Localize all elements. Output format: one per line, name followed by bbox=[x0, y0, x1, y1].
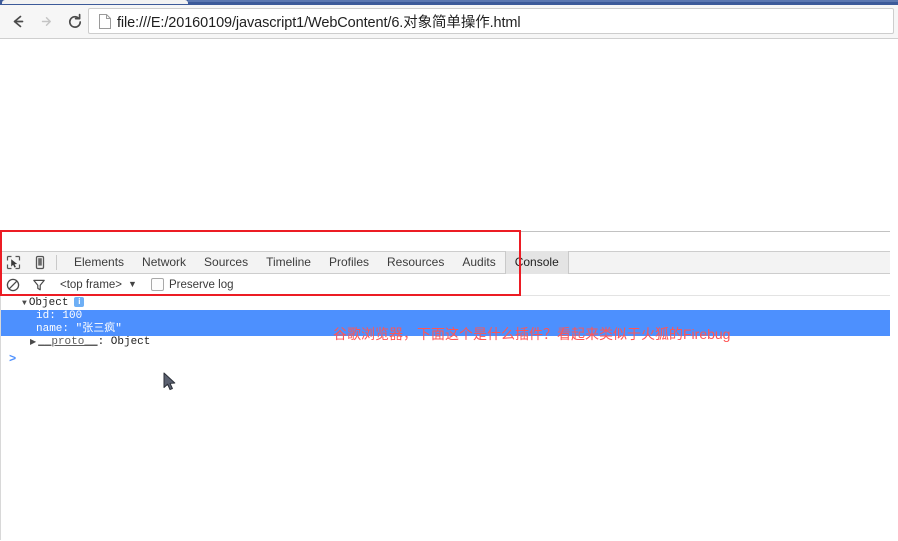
info-icon[interactable]: i bbox=[74, 297, 85, 307]
proto-key: __proto__ bbox=[38, 336, 98, 348]
property-key: id bbox=[36, 310, 50, 322]
devtools-right-margin bbox=[890, 231, 898, 540]
tab-console[interactable]: Console bbox=[504, 251, 569, 274]
console-prompt-symbol[interactable]: > bbox=[9, 352, 16, 366]
console-object-label: Object bbox=[28, 297, 69, 309]
forward-button[interactable] bbox=[32, 8, 60, 36]
page-viewport bbox=[0, 39, 898, 231]
devtools-tabbar: Elements Network Sources Timeline Profil… bbox=[0, 251, 890, 274]
arrow-right-icon bbox=[41, 17, 51, 26]
tab-strip-highlight bbox=[188, 0, 898, 2]
console-object-root[interactable]: ▼ Object i bbox=[0, 297, 890, 310]
page-document-icon bbox=[95, 12, 115, 30]
browser-window: file:///E:/20160109/javascript1/WebConte… bbox=[0, 0, 898, 541]
tab-network[interactable]: Network bbox=[133, 251, 195, 274]
browser-tab-active[interactable] bbox=[2, 0, 188, 4]
address-bar-url-text: file:///E:/20160109/javascript1/WebConte… bbox=[117, 14, 521, 31]
devtools-panel: Elements Network Sources Timeline Profil… bbox=[0, 231, 890, 541]
address-bar[interactable]: file:///E:/20160109/javascript1/WebConte… bbox=[88, 8, 894, 34]
tab-resources[interactable]: Resources bbox=[378, 251, 453, 274]
tab-profiles[interactable]: Profiles bbox=[320, 251, 378, 274]
property-separator: : bbox=[49, 310, 63, 322]
chevron-down-icon: ▼ bbox=[128, 279, 137, 289]
arrow-left-icon bbox=[13, 15, 23, 28]
property-value: 100 bbox=[62, 310, 83, 322]
property-key: name bbox=[36, 323, 63, 335]
preserve-log-label: Preserve log bbox=[168, 278, 234, 291]
filter-funnel-icon[interactable] bbox=[26, 274, 52, 296]
tab-sources[interactable]: Sources bbox=[195, 251, 257, 274]
clear-console-icon[interactable] bbox=[0, 274, 26, 296]
toggle-device-mode-icon[interactable] bbox=[26, 252, 52, 274]
console-property-row[interactable]: id: 100 bbox=[0, 310, 890, 323]
console-options-bar: <top frame> ▼ Preserve log bbox=[0, 274, 890, 296]
disclosure-triangle-icon[interactable]: ▶ bbox=[30, 338, 36, 347]
execution-context-selector[interactable]: <top frame> ▼ bbox=[60, 279, 137, 291]
back-button[interactable] bbox=[4, 8, 32, 36]
tab-elements[interactable]: Elements bbox=[65, 251, 133, 274]
annotation-note-text: 谷歌浏览器，下面这个是什么插件？看起来类似于火狐的Firebug bbox=[333, 326, 731, 342]
proto-value: Object bbox=[110, 336, 151, 348]
execution-context-label: <top frame> bbox=[60, 278, 123, 291]
browser-navigation-toolbar: file:///E:/20160109/javascript1/WebConte… bbox=[0, 5, 898, 39]
devtools-left-edge bbox=[0, 231, 1, 540]
tab-audits[interactable]: Audits bbox=[453, 251, 504, 274]
property-separator: : bbox=[62, 323, 76, 335]
reload-icon bbox=[68, 13, 82, 28]
toolbar-divider bbox=[56, 255, 57, 270]
proto-separator: : bbox=[97, 336, 111, 348]
mouse-pointer-icon bbox=[163, 372, 177, 392]
reload-button[interactable] bbox=[61, 8, 89, 36]
preserve-log-toggle[interactable]: Preserve log bbox=[150, 278, 234, 291]
preserve-log-checkbox[interactable] bbox=[150, 278, 164, 291]
inspect-element-icon[interactable] bbox=[0, 252, 26, 274]
disclosure-triangle-icon[interactable]: ▼ bbox=[22, 299, 27, 308]
tab-timeline[interactable]: Timeline bbox=[257, 251, 320, 274]
property-value: "张三疯" bbox=[75, 323, 122, 335]
